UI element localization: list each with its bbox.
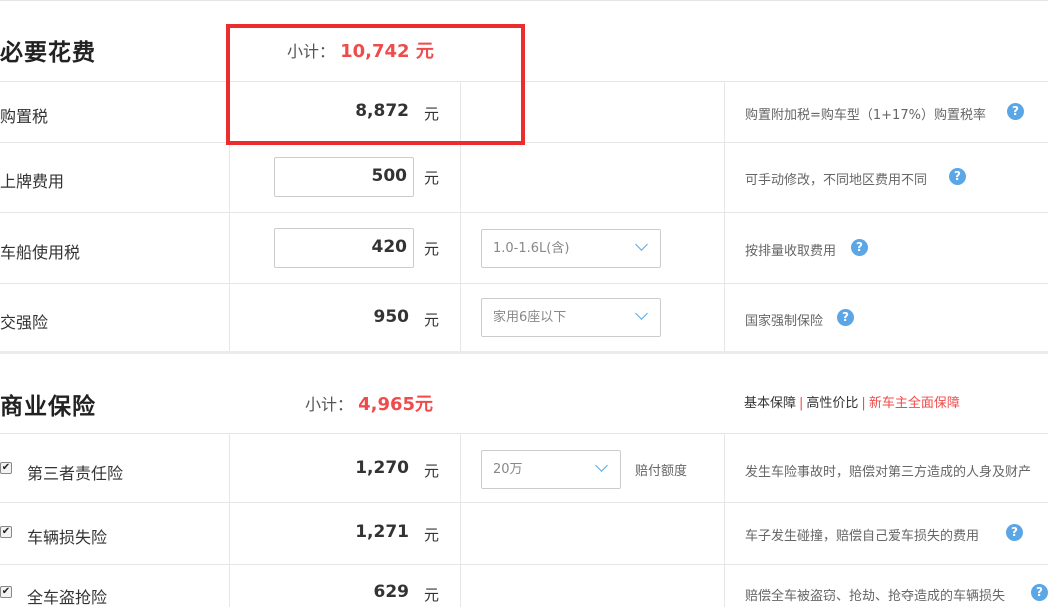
third-party-note: 发生车险事故时，赔偿对第三方造成的人身及财产 [745, 465, 1032, 480]
help-icon[interactable]: ? [949, 168, 966, 185]
vehicle-tax-unit: 元 [424, 240, 440, 258]
section-title-required: 必要花费 [0, 40, 96, 66]
row-label-compulsory-insurance: 交强险 [0, 313, 49, 332]
help-icon[interactable]: ? [1006, 524, 1023, 541]
checkbox-vehicle-damage[interactable]: ✔ [0, 526, 12, 538]
chevron-down-icon [635, 238, 648, 251]
row-label-theft: 全车盗抢险 [27, 588, 108, 607]
commercial-subtotal: 小计： 4,965元 [305, 390, 433, 416]
coverage-amount-select[interactable]: 20万 [481, 450, 621, 489]
coverage-amount-select-value: 20万 [493, 462, 523, 477]
plate-fee-note: 可手动修改，不同地区费用不同 [745, 173, 928, 188]
highlight-box [226, 24, 525, 145]
row-label-vehicle-tax: 车船使用税 [0, 243, 81, 262]
section-title-commercial: 商业保险 [0, 394, 96, 420]
checkbox-theft[interactable]: ✔ [0, 586, 12, 598]
chevron-down-icon [595, 459, 608, 472]
link-basic[interactable]: 基本保障 [744, 396, 796, 411]
vehicle-tax-note: 按排量收取费用 [745, 244, 837, 259]
plate-fee-unit: 元 [424, 169, 440, 187]
chevron-down-icon [635, 307, 648, 320]
displacement-select-value: 1.0-1.6L(含) [493, 241, 570, 256]
third-party-value: 1,270 [355, 458, 409, 478]
purchase-tax-note: 购置附加税=购车型（1+17%）购置税率 [745, 108, 986, 123]
theft-note: 赔偿全车被盗窃、抢劫、抢夺造成的车辆损失 [745, 589, 1006, 604]
compulsory-insurance-value: 950 [373, 307, 410, 327]
link-full[interactable]: 新车主全面保障 [869, 396, 960, 411]
vehicle-damage-unit: 元 [424, 526, 440, 544]
subtotal-label: 小计： [305, 395, 354, 414]
plan-links: 基本保障 | 高性价比 | 新车主全面保障 [744, 396, 960, 411]
checkbox-third-party[interactable]: ✔ [0, 462, 12, 474]
help-icon[interactable]: ? [1007, 103, 1024, 120]
row-label-third-party: 第三者责任险 [27, 464, 124, 483]
vehicle-damage-value: 1,271 [355, 522, 409, 542]
vehicle-tax-input[interactable]: 420 [274, 228, 414, 268]
row-label-plate-fee: 上牌费用 [0, 172, 65, 191]
help-icon[interactable]: ? [837, 309, 854, 326]
plate-fee-input[interactable]: 500 [274, 157, 414, 197]
third-party-unit: 元 [424, 462, 440, 480]
row-label-purchase-tax: 购置税 [0, 107, 49, 126]
help-icon[interactable]: ? [851, 239, 868, 256]
row-label-vehicle-damage: 车辆损失险 [27, 528, 108, 547]
theft-value: 629 [373, 582, 410, 602]
coverage-amount-label: 赔付额度 [635, 464, 688, 479]
link-value[interactable]: 高性价比 [806, 396, 858, 411]
displacement-select[interactable]: 1.0-1.6L(含) [481, 229, 661, 268]
theft-unit: 元 [424, 586, 440, 604]
help-icon[interactable]: ? [1031, 584, 1048, 601]
subtotal-value: 4,965元 [358, 394, 434, 415]
compulsory-insurance-unit: 元 [424, 311, 440, 329]
compulsory-insurance-note: 国家强制保险 [745, 314, 824, 329]
vehicle-damage-note: 车子发生碰撞，赔偿自己爱车损失的费用 [745, 529, 980, 544]
seat-type-select-value: 家用6座以下 [493, 310, 567, 325]
seat-type-select[interactable]: 家用6座以下 [481, 298, 661, 337]
